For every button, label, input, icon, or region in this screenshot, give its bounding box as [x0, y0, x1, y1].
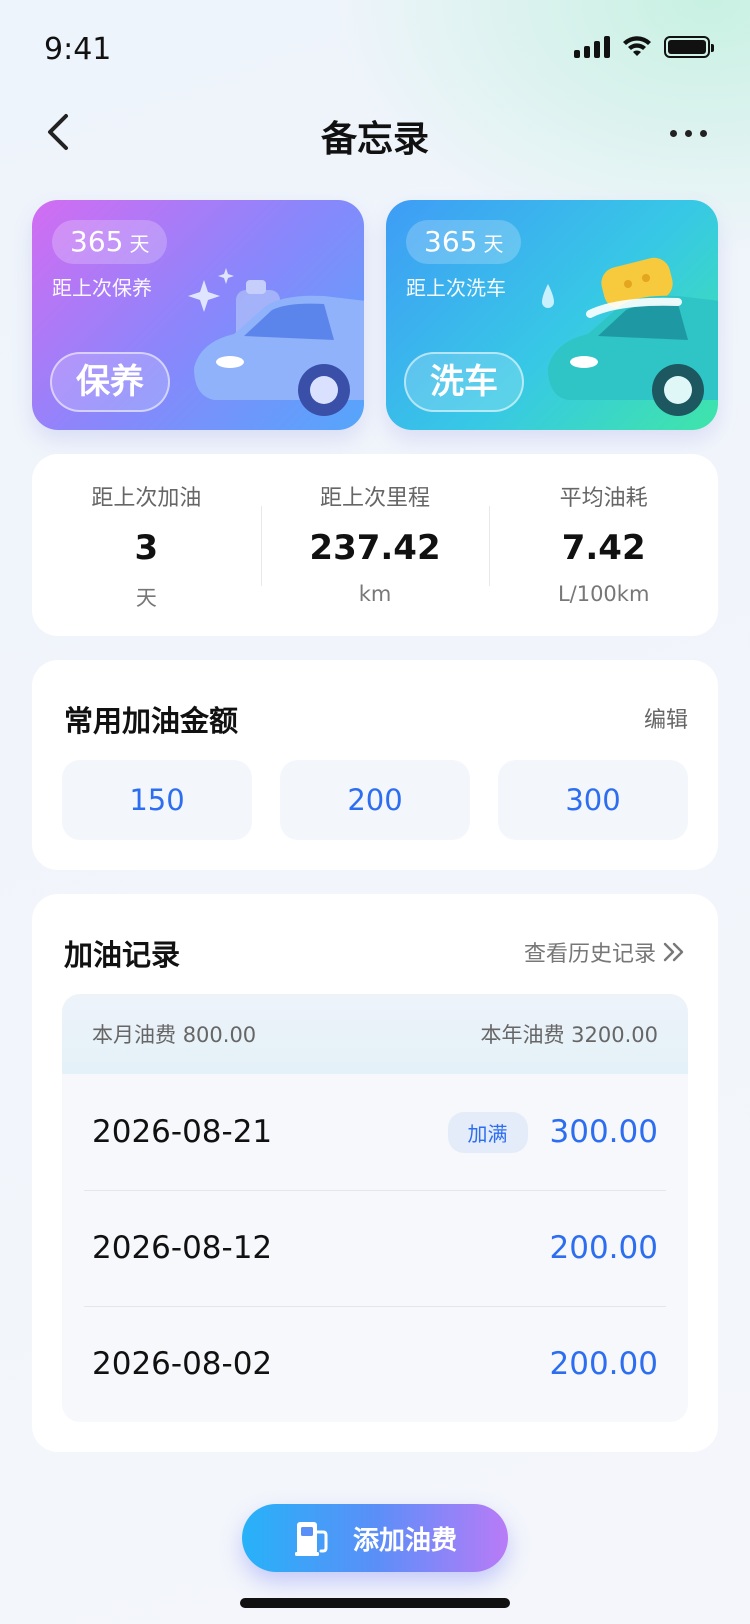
record-row[interactable]: 2026-08-12 200.00 [62, 1190, 688, 1306]
fuel-stats-card: 距上次加油 3 天 距上次里程 237.42 km 平均油耗 7.42 L/10… [32, 454, 718, 636]
fuel-cost-summary: 本月油费 800.00 本年油费 3200.00 [62, 994, 688, 1074]
car-wash-card[interactable]: 365 天 距上次洗车 洗车 [386, 200, 718, 430]
gas-pump-icon [294, 1522, 328, 1556]
record-row[interactable]: 2026-08-02 200.00 [62, 1306, 688, 1422]
view-history-link[interactable]: 查看历史记录 [524, 936, 686, 968]
month-cost-value: 800.00 [182, 1023, 257, 1047]
stat-label: 距上次里程 [320, 486, 431, 511]
amount-option[interactable]: 200 [280, 760, 470, 840]
view-history-label: 查看历史记录 [523, 942, 656, 967]
record-amount: 200.00 [549, 1230, 658, 1266]
amount-options: 150 200 300 [62, 760, 688, 840]
record-date: 2026-08-12 [92, 1230, 273, 1266]
car-wash-illustration-icon [542, 257, 718, 416]
maintenance-button[interactable]: 保养 [50, 352, 170, 412]
car-wash-button[interactable]: 洗车 [404, 352, 524, 412]
battery-icon [664, 36, 714, 58]
wash-since-label: 距上次洗车 [406, 276, 506, 300]
amount-option[interactable]: 150 [62, 760, 252, 840]
add-fuel-cost-button[interactable]: 添加油费 [242, 1504, 508, 1572]
stat-label: 距上次加油 [91, 486, 202, 511]
record-date: 2026-08-21 [92, 1114, 273, 1150]
refuel-records-card: 加油记录 查看历史记录 本月油费 800.00 本年油费 3200.00 202… [32, 894, 718, 1452]
record-row[interactable]: 2026-08-21 加满 300.00 [62, 1074, 688, 1190]
stat-value: 3 [134, 528, 159, 568]
record-amount: 300.00 [549, 1114, 658, 1150]
stat-unit: L/100km [557, 582, 650, 606]
stat-mileage: 距上次里程 237.42 km [260, 454, 490, 636]
maintenance-days-badge: 365 天 [52, 220, 168, 264]
records-panel: 本月油费 800.00 本年油费 3200.00 2026-08-21 加满 3… [62, 994, 688, 1422]
amount-option[interactable]: 300 [498, 760, 688, 840]
status-icons [574, 36, 714, 58]
common-amounts-card: 常用加油金额 编辑 150 200 300 [32, 660, 718, 870]
year-cost-label: 本年油费 [480, 1023, 565, 1047]
month-cost: 本月油费 800.00 [92, 1019, 256, 1049]
maintenance-since-label: 距上次保养 [52, 276, 152, 300]
wash-days: 365 [424, 225, 478, 258]
wash-days-badge: 365 天 [406, 220, 522, 264]
status-bar: 9:41 [0, 0, 750, 100]
stat-value: 7.42 [561, 528, 646, 568]
more-options-icon[interactable] [670, 118, 714, 148]
page-title: 备忘录 [320, 119, 429, 160]
nav-bar: 备忘录 [0, 96, 750, 168]
car-oil-illustration-icon [188, 268, 364, 416]
stat-last-refuel: 距上次加油 3 天 [32, 454, 261, 636]
maintenance-days-unit: 天 [129, 232, 150, 256]
add-fuel-cost-label: 添加油费 [352, 1525, 457, 1556]
maintenance-days: 365 [70, 225, 124, 258]
double-chevron-right-icon [663, 942, 684, 962]
year-cost-value: 3200.00 [571, 1023, 658, 1047]
month-cost-label: 本月油费 [92, 1023, 176, 1047]
edit-amounts-button[interactable]: 编辑 [644, 702, 688, 734]
stat-value: 237.42 [309, 528, 441, 568]
wifi-icon [623, 36, 651, 56]
stat-unit: km [358, 582, 392, 606]
year-cost: 本年油费 3200.00 [480, 1019, 658, 1049]
stat-unit: 天 [135, 586, 157, 610]
refuel-records-title: 加油记录 [64, 938, 181, 972]
status-time: 9:41 [44, 32, 112, 67]
full-tank-badge: 加满 [447, 1111, 528, 1153]
stat-avg-consumption: 平均油耗 7.42 L/100km [489, 454, 718, 636]
wash-days-unit: 天 [483, 232, 504, 256]
record-amount: 200.00 [549, 1346, 658, 1382]
record-date: 2026-08-02 [92, 1346, 273, 1382]
cellular-signal-icon [574, 36, 610, 58]
common-amounts-title: 常用加油金额 [64, 704, 239, 738]
stat-label: 平均油耗 [559, 486, 648, 511]
home-indicator [240, 1598, 510, 1608]
maintenance-card[interactable]: 365 天 距上次保养 保养 [32, 200, 364, 430]
